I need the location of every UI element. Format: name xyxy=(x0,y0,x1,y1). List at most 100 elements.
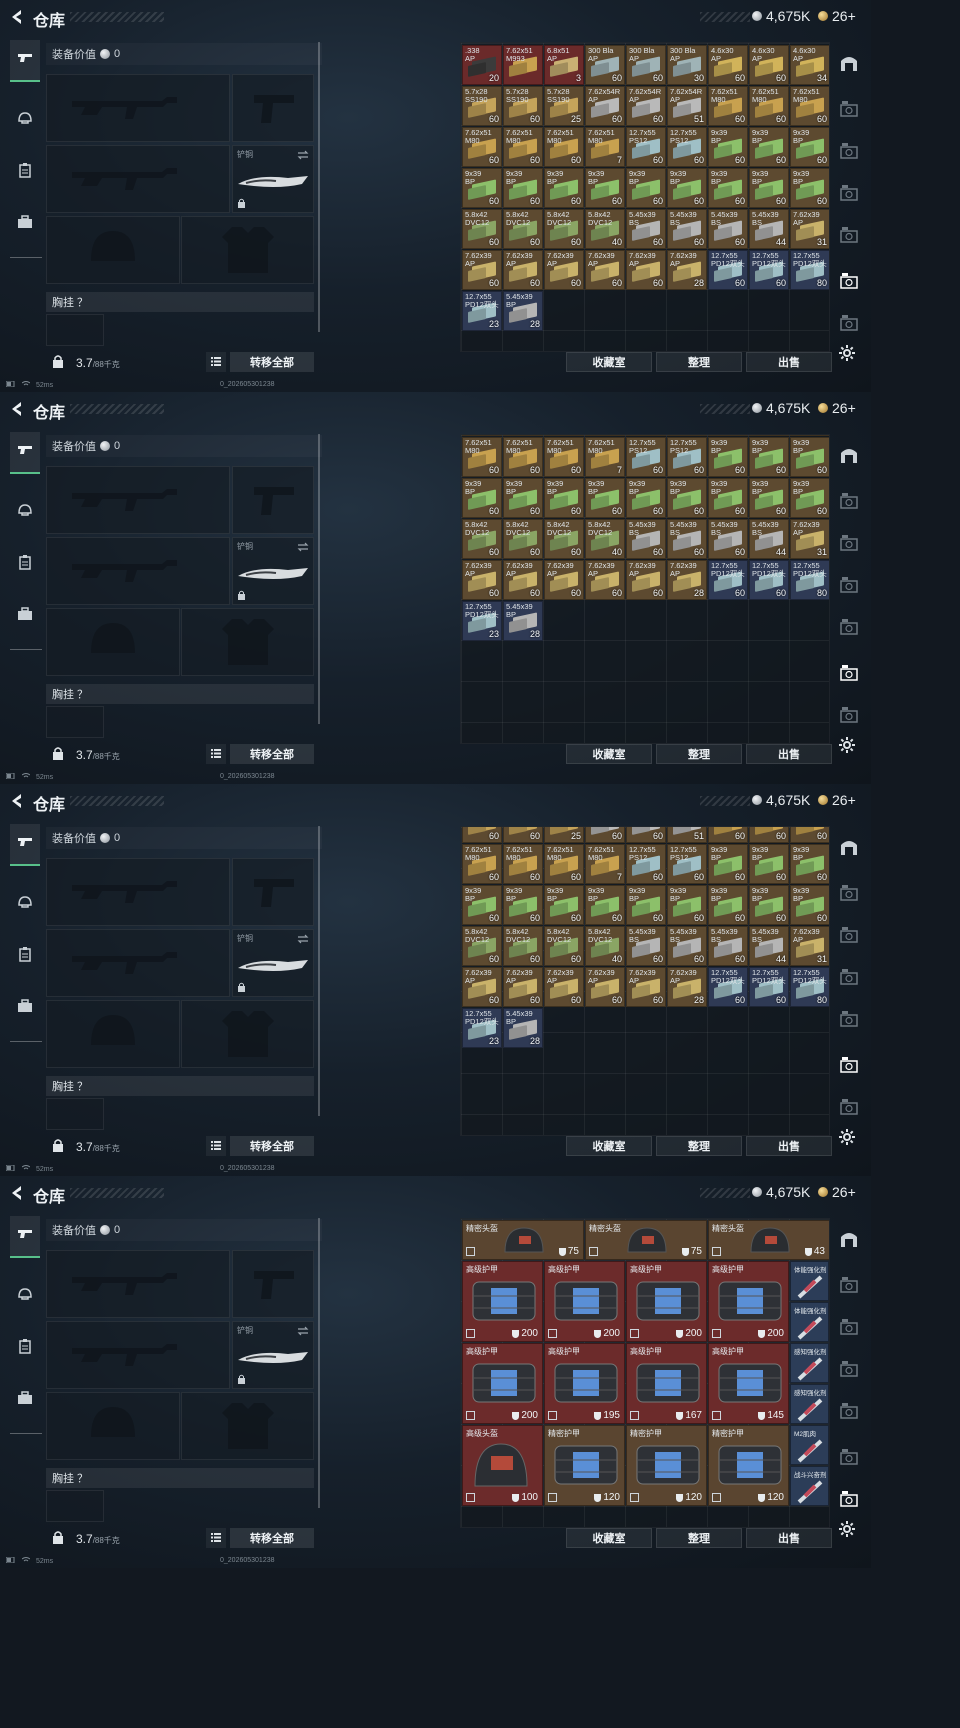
gear-icon[interactable] xyxy=(838,1128,858,1148)
armor-item[interactable]: 精密护甲 120 xyxy=(708,1425,789,1506)
ammo-item[interactable]: 7.62x51M8060 xyxy=(462,437,502,477)
ammo-item[interactable]: 5.45x39 BP 28 xyxy=(503,601,543,641)
ammo-item[interactable]: 7.62x51 M80 7 xyxy=(585,127,625,167)
ammo-item[interactable]: 5.45x39 BS 60 xyxy=(708,519,748,559)
injector-item[interactable]: 感知强化剂 xyxy=(790,1343,829,1383)
ammo-item[interactable]: 7.62x54RAP60 xyxy=(585,827,625,843)
ammo-item[interactable]: 5.8x42 DVC12 60 xyxy=(503,519,543,559)
ammo-item[interactable]: 7.62x51M8060 xyxy=(544,844,584,884)
ammo-item[interactable]: 9x39 BP 60 xyxy=(585,478,625,518)
ammo-item[interactable]: 7.62x39 AP 60 xyxy=(585,560,625,600)
ammo-item[interactable]: 7.62x51M8060 xyxy=(503,437,543,477)
container-tab-4[interactable] xyxy=(836,1008,862,1034)
collection-room-button[interactable]: 收藏室 xyxy=(566,744,652,764)
armor-slot[interactable] xyxy=(181,1000,314,1068)
ammo-item[interactable]: 5.45x39 BS 60 xyxy=(626,926,666,966)
container-tab-6[interactable] xyxy=(836,704,862,730)
back-arrow-icon[interactable] xyxy=(8,1184,26,1202)
ammo-item[interactable]: 7.62x51M8060 xyxy=(708,435,748,436)
ammo-item[interactable]: 12.7x55 PS12 60 xyxy=(667,127,707,167)
ammo-item[interactable]: 7.62x39 AP 28 xyxy=(667,967,707,1007)
ammo-item[interactable]: 7.62x51M8060 xyxy=(708,827,748,843)
pistol-slot[interactable] xyxy=(232,74,314,142)
ammo-item[interactable]: 5.7x28SS19025 xyxy=(544,827,584,843)
ammo-item[interactable]: 300 Bla AP 60 xyxy=(585,45,625,85)
ammo-item[interactable]: 7.62x51M8060 xyxy=(462,127,502,167)
container-tab-2[interactable] xyxy=(836,924,862,950)
ammo-item[interactable]: 9x39 BP 60 xyxy=(749,127,789,167)
ammo-item[interactable]: 5.45x39 BS 60 xyxy=(626,519,666,559)
ammo-item[interactable]: 12.7x55 PD12双头 23 xyxy=(462,1008,502,1048)
helmet-slot[interactable] xyxy=(46,216,180,284)
ammo-item[interactable]: 5.45x39 BS 60 xyxy=(667,519,707,559)
tab-pistol[interactable] xyxy=(10,824,40,866)
ammo-item[interactable]: 5.8x42 DVC12 60 xyxy=(544,209,584,249)
ammo-item[interactable]: 9x39 BP 60 xyxy=(790,844,829,884)
ammo-item[interactable]: 5.45x39 BP 28 xyxy=(503,291,543,331)
ammo-item[interactable]: 7.62x39 AP 60 xyxy=(462,967,502,1007)
ammo-item[interactable]: 5.8x42 DVC12 60 xyxy=(462,926,502,966)
pistol-slot[interactable] xyxy=(232,1250,314,1318)
tab-pistol[interactable] xyxy=(10,1216,40,1258)
container-tab-main[interactable] xyxy=(836,52,862,78)
ammo-item[interactable]: 9x39 BP 60 xyxy=(544,885,584,925)
ammo-item[interactable]: 5.7x28SS19060 xyxy=(503,86,543,126)
ammo-item[interactable]: 7.62x39 AP 31 xyxy=(790,519,829,559)
ammo-item[interactable]: 12.7x55 PS12 60 xyxy=(626,844,666,884)
ammo-item[interactable]: 12.7x55 PD12双头 60 xyxy=(708,250,748,290)
ammo-item[interactable]: 7.62x39 AP 31 xyxy=(790,926,829,966)
ammo-item[interactable]: 7.62x39 AP 60 xyxy=(462,250,502,290)
container-tab-1[interactable] xyxy=(836,882,862,908)
pistol-slot[interactable] xyxy=(232,466,314,534)
ammo-item[interactable]: 7.62x51M8060 xyxy=(790,86,829,126)
equipment-scrollbar[interactable] xyxy=(318,42,320,332)
container-tab-2[interactable] xyxy=(836,532,862,558)
injector-item[interactable]: 感知强化剂 xyxy=(790,1384,829,1424)
armor-item[interactable]: 高级护甲 145 xyxy=(708,1343,789,1424)
tab-pistol[interactable] xyxy=(10,432,40,474)
ammo-item[interactable]: 5.45x39 BP 28 xyxy=(503,1008,543,1048)
primary-weapon-slot[interactable] xyxy=(46,74,230,142)
secondary-weapon-slot[interactable] xyxy=(46,145,230,213)
ammo-item[interactable]: 7.62x54RAP51 xyxy=(667,827,707,843)
armor-item[interactable]: 高级头盔 100 xyxy=(462,1425,543,1506)
ammo-item[interactable]: 7.62x39 AP 60 xyxy=(585,967,625,1007)
ammo-item[interactable]: 4.6x30 AP 34 xyxy=(790,45,829,85)
container-tab-main[interactable] xyxy=(836,444,862,470)
secondary-weapon-slot[interactable] xyxy=(46,929,230,997)
container-tab-2[interactable] xyxy=(836,140,862,166)
equipment-scrollbar[interactable] xyxy=(318,826,320,1116)
ammo-item[interactable]: 5.8x42 DVC12 60 xyxy=(462,209,502,249)
ammo-item[interactable]: 9x39 BP 60 xyxy=(544,478,584,518)
tab-helmet[interactable] xyxy=(10,884,40,924)
ammo-item[interactable]: 7.62x39 AP 60 xyxy=(462,560,502,600)
ammo-item[interactable]: 9x39 BP 60 xyxy=(708,844,748,884)
chest-rig-slot[interactable] xyxy=(46,706,104,738)
ammo-item[interactable]: 7.62x51M8060 xyxy=(790,827,829,843)
container-tab-3[interactable] xyxy=(836,574,862,600)
armor-slot[interactable] xyxy=(181,1392,314,1460)
ammo-item[interactable]: 9x39 BP 60 xyxy=(749,844,789,884)
container-tab-5[interactable] xyxy=(836,662,862,688)
ammo-item[interactable]: 7.62x54RAP60 xyxy=(626,827,666,843)
ammo-item[interactable]: 7.62x54RAP60 xyxy=(626,435,666,436)
ammo-item[interactable]: 12.7x55 PS12 60 xyxy=(667,844,707,884)
primary-weapon-slot[interactable] xyxy=(46,466,230,534)
ammo-item[interactable]: 7.62x39 AP 60 xyxy=(503,560,543,600)
ammo-item[interactable]: 7.62x51 M80 7 xyxy=(585,844,625,884)
ammo-item[interactable]: 5.7x28SS19060 xyxy=(462,86,502,126)
primary-weapon-slot[interactable] xyxy=(46,858,230,926)
ammo-item[interactable]: 9x39 BP 60 xyxy=(462,478,502,518)
ammo-item[interactable]: 9x39 BP 60 xyxy=(667,478,707,518)
ammo-item[interactable]: 5.45x39 BS 44 xyxy=(749,926,789,966)
ammo-item[interactable]: 9x39 BP 60 xyxy=(708,437,748,477)
pistol-slot[interactable] xyxy=(232,858,314,926)
ammo-item[interactable]: 7.62x39 AP 60 xyxy=(544,560,584,600)
ammo-item[interactable]: 12.7x55 PD12双头 60 xyxy=(749,560,789,600)
equipment-scrollbar[interactable] xyxy=(318,1218,320,1508)
ammo-item[interactable]: 12.7x55 PD12双头 60 xyxy=(749,250,789,290)
ammo-item[interactable]: 9x39 BP 60 xyxy=(585,168,625,208)
ammo-item[interactable]: 9x39 BP 60 xyxy=(708,127,748,167)
ammo-item[interactable]: 7.62x51M8060 xyxy=(462,844,502,884)
ammo-item[interactable]: 5.45x39 BS 60 xyxy=(667,926,707,966)
